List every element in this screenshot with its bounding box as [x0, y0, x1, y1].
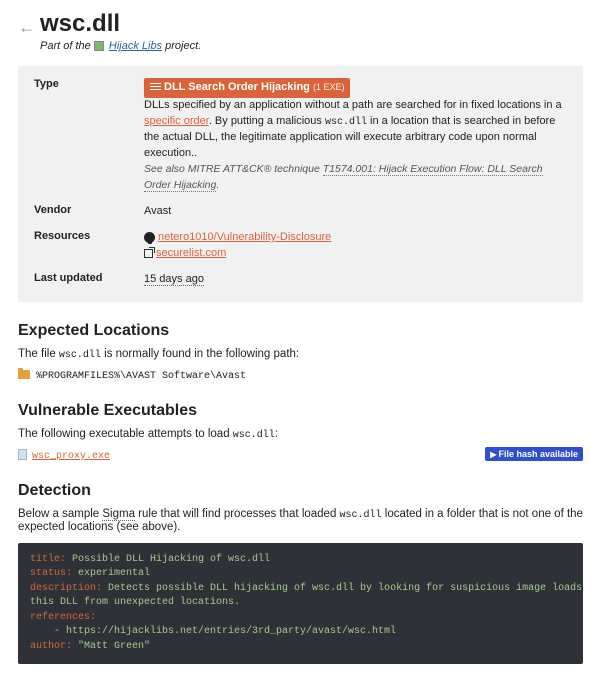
project-link[interactable]: Hijack Libs [109, 40, 162, 52]
page-title: wsc.dll [40, 10, 120, 38]
vuln-exe-link[interactable]: wsc_proxy.exe [32, 451, 110, 462]
resources-label: Resources [34, 230, 144, 262]
vendor-value: Avast [144, 204, 567, 220]
bars-icon [150, 83, 161, 92]
lastupdated-value: 15 days ago [144, 273, 204, 286]
external-link-icon [144, 249, 153, 258]
vendor-label: Vendor [34, 204, 144, 220]
project-icon [94, 41, 104, 51]
file-icon [18, 449, 27, 460]
type-label: Type [34, 78, 144, 194]
detect-intro: Below a sample Sigma rule that will find… [18, 508, 583, 533]
type-badge: DLL Search Order Hijacking (1 EXE) [144, 78, 350, 98]
resource-link-2[interactable]: securelist.com [156, 247, 226, 259]
see-also: See also MITRE ATT&CK® technique T1574.0… [144, 163, 543, 192]
expected-heading: Expected Locations [18, 322, 583, 340]
resource-link-1[interactable]: netero1010/Vulnerability-Disclosure [158, 231, 331, 243]
file-hash-badge[interactable]: ▶File hash available [485, 447, 583, 461]
specific-order-link[interactable]: specific order [144, 115, 209, 127]
subtitle: Part of the Hijack Libs project. [40, 40, 583, 52]
vuln-heading: Vulnerable Executables [18, 402, 583, 420]
detect-heading: Detection [18, 482, 583, 500]
expected-intro: The file wsc.dll is normally found in th… [18, 348, 583, 361]
vuln-intro: The following executable attempts to loa… [18, 428, 583, 441]
info-box: Type DLL Search Order Hijacking (1 EXE) … [18, 66, 583, 302]
vuln-exe: wsc_proxy.exe [18, 447, 110, 462]
lastupdated-label: Last updated [34, 272, 144, 288]
sigma-rule-code: title: Possible DLL Hijacking of wsc.dll… [18, 543, 583, 665]
github-icon [144, 232, 155, 243]
expected-path: %PROGRAMFILES%\AVAST Software\Avast [18, 367, 583, 382]
folder-icon [18, 370, 30, 379]
back-arrow-icon[interactable]: ← [18, 17, 36, 38]
